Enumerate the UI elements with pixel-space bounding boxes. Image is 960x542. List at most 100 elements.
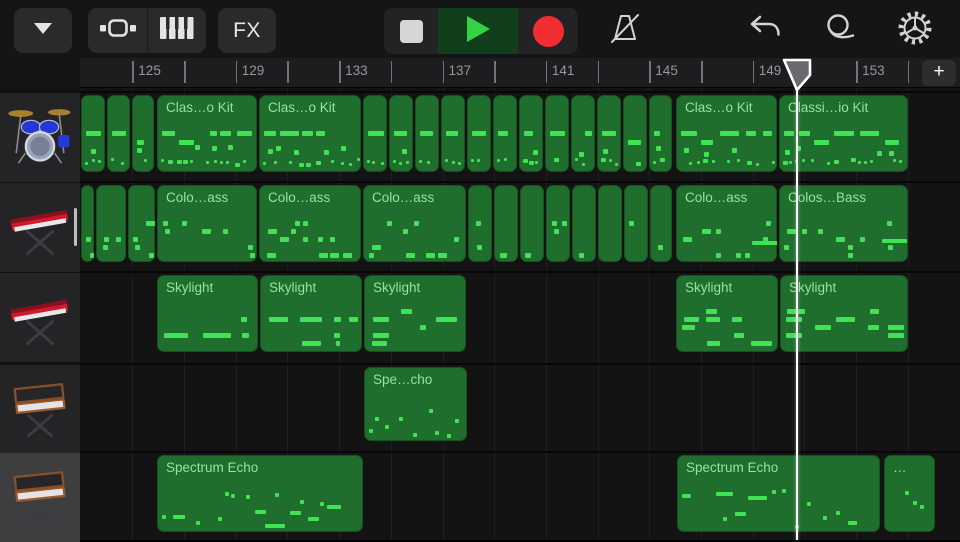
midi-note [269, 317, 288, 322]
midi-note [419, 160, 422, 163]
region[interactable] [571, 95, 595, 172]
midi-note [920, 505, 924, 509]
region-classi-io-kit[interactable]: Classi…io Kit [779, 95, 908, 172]
region-label: Spectrum Echo [686, 460, 778, 475]
region-skylight[interactable]: Skylight [157, 275, 258, 352]
track-header-keys-1[interactable] [0, 183, 80, 272]
midi-note [784, 131, 794, 136]
region-colo-ass[interactable]: Colo…ass [676, 185, 777, 262]
midi-note [162, 515, 166, 519]
midi-note [818, 229, 823, 234]
region[interactable] [494, 185, 518, 262]
region[interactable] [546, 185, 570, 262]
midi-note [177, 160, 182, 164]
region[interactable] [389, 95, 413, 172]
song-sections-button[interactable] [14, 8, 72, 53]
midi-note [231, 494, 235, 498]
track-header-synth-1[interactable] [0, 365, 80, 454]
lane-separator [80, 91, 960, 93]
midi-note [445, 159, 448, 162]
stop-button[interactable] [384, 8, 438, 54]
region--[interactable]: … [884, 455, 935, 532]
region[interactable] [520, 185, 544, 262]
midi-note [144, 159, 147, 162]
region[interactable] [107, 95, 130, 172]
scroll-indicator[interactable] [74, 208, 77, 246]
region[interactable] [415, 95, 439, 172]
midi-note [851, 158, 856, 162]
region-colos-bass[interactable]: Colos…Bass [779, 185, 908, 262]
loop-browser-button[interactable] [816, 12, 862, 48]
region[interactable] [545, 95, 569, 172]
region-spe-cho[interactable]: Spe…cho [364, 367, 467, 441]
region[interactable] [468, 185, 492, 262]
region-clas-o-kit[interactable]: Clas…o Kit [157, 95, 257, 172]
midi-note [782, 489, 786, 493]
region[interactable] [363, 95, 387, 172]
add-track-button[interactable]: + [922, 60, 956, 86]
midi-note [706, 317, 720, 322]
region[interactable] [441, 95, 465, 172]
region[interactable] [649, 95, 672, 172]
region[interactable] [519, 95, 543, 172]
region[interactable] [128, 185, 155, 262]
midi-note [732, 317, 742, 322]
ruler-tick [132, 61, 134, 83]
region[interactable] [624, 185, 648, 262]
record-button[interactable] [518, 8, 578, 54]
region-label: Spe…cho [373, 372, 432, 387]
region-colo-ass[interactable]: Colo…ass [363, 185, 466, 262]
playhead-handle[interactable] [782, 58, 812, 99]
region[interactable] [81, 185, 94, 262]
midi-note [827, 162, 830, 165]
midi-note [784, 245, 789, 250]
metronome-button[interactable] [602, 11, 648, 49]
region[interactable] [467, 95, 491, 172]
midi-note [836, 317, 855, 322]
region-spectrum-echo[interactable]: Spectrum Echo [157, 455, 363, 532]
region-clas-o-kit[interactable]: Clas…o Kit [676, 95, 777, 172]
track-header-keys-2[interactable] [0, 273, 80, 362]
region-colo-ass[interactable]: Colo…ass [259, 185, 361, 262]
midi-note [763, 131, 772, 136]
region[interactable] [96, 185, 126, 262]
settings-button[interactable] [892, 10, 938, 50]
undo-button[interactable] [742, 14, 788, 46]
region[interactable] [81, 95, 105, 172]
midi-note [786, 333, 802, 338]
instrument-view-button[interactable] [147, 8, 206, 53]
region[interactable] [650, 185, 672, 262]
midi-note [190, 160, 193, 163]
region-skylight[interactable]: Skylight [364, 275, 466, 352]
region[interactable] [623, 95, 647, 172]
play-button[interactable] [438, 8, 518, 54]
red-keyboard-icon [6, 280, 74, 355]
region-skylight[interactable]: Skylight [676, 275, 778, 352]
midi-note [241, 317, 247, 322]
midi-note [275, 493, 279, 497]
midi-note [320, 502, 324, 506]
midi-note [734, 333, 744, 338]
region[interactable] [493, 95, 517, 172]
region-clas-o-kit[interactable]: Clas…o Kit [259, 95, 361, 172]
midi-note [905, 491, 909, 495]
midi-note [403, 229, 408, 234]
region-colo-ass[interactable]: Colo…ass [157, 185, 257, 262]
midi-note [289, 161, 292, 164]
record-icon [533, 16, 564, 47]
tracks-view-button[interactable] [88, 8, 147, 53]
track-header-synth-2[interactable] [0, 453, 80, 542]
midi-note [341, 146, 346, 151]
midi-note [165, 229, 170, 234]
region[interactable] [572, 185, 596, 262]
track-header-drums[interactable] [0, 93, 80, 182]
region[interactable] [598, 185, 622, 262]
region-skylight[interactable]: Skylight [260, 275, 362, 352]
region[interactable] [132, 95, 154, 172]
bar-ruler[interactable]: 125129133137141145149153 + [0, 58, 960, 88]
fx-button[interactable]: FX [218, 8, 276, 53]
region-skylight[interactable]: Skylight [780, 275, 908, 352]
midi-note [168, 160, 173, 164]
region[interactable] [597, 95, 621, 172]
region-spectrum-echo[interactable]: Spectrum Echo [677, 455, 880, 532]
